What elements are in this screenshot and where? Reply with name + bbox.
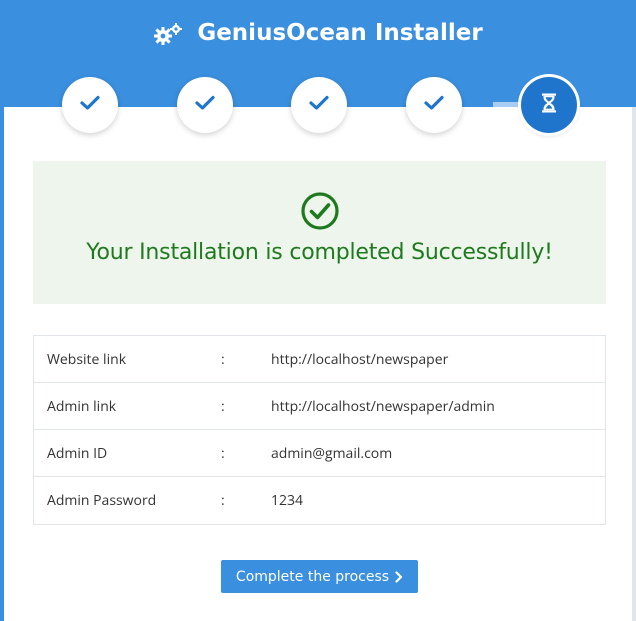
installation-details: Website link : http://localhost/newspape… [33,335,606,525]
detail-value: http://localhost/newspaper [271,349,449,369]
cogs-icon [153,22,183,56]
check-icon [195,94,215,116]
chevron-right-icon [395,570,403,583]
detail-value: admin@gmail.com [271,443,393,463]
detail-label: Admin Password [47,491,157,510]
detail-row-admin-id: Admin ID : admin@gmail.com [34,430,605,477]
check-icon [80,94,100,116]
step-3 [291,77,347,133]
detail-separator: : [221,491,225,510]
detail-label: Admin ID [47,443,108,463]
step-2 [177,77,233,133]
success-message: Your Installation is completed Successfu… [86,240,553,265]
check-icon [424,94,444,116]
step-5 [521,77,577,133]
detail-row-admin-link: Admin link : http://localhost/newspaper/… [34,383,605,430]
step-1 [62,77,118,133]
detail-label: Website link [47,349,127,369]
complete-process-button[interactable]: Complete the process [221,560,418,593]
complete-process-label: Complete the process [235,568,390,585]
detail-value: 1234 [271,491,304,510]
detail-row-admin-password: Admin Password : 1234 [34,477,605,524]
hourglass-icon [541,93,557,118]
check-circle-icon [300,191,340,236]
detail-separator: : [221,443,225,463]
detail-label: Admin link [47,396,117,416]
app-title: GeniusOcean Installer [197,20,483,46]
detail-value: http://localhost/newspaper/admin [271,396,495,416]
detail-separator: : [221,349,225,369]
success-panel: Your Installation is completed Successfu… [33,161,606,304]
app-title-row: GeniusOcean Installer [0,16,636,56]
detail-row-website-link: Website link : http://localhost/newspape… [34,336,605,383]
check-icon [309,94,329,116]
step-4 [406,77,462,133]
detail-separator: : [221,396,225,416]
